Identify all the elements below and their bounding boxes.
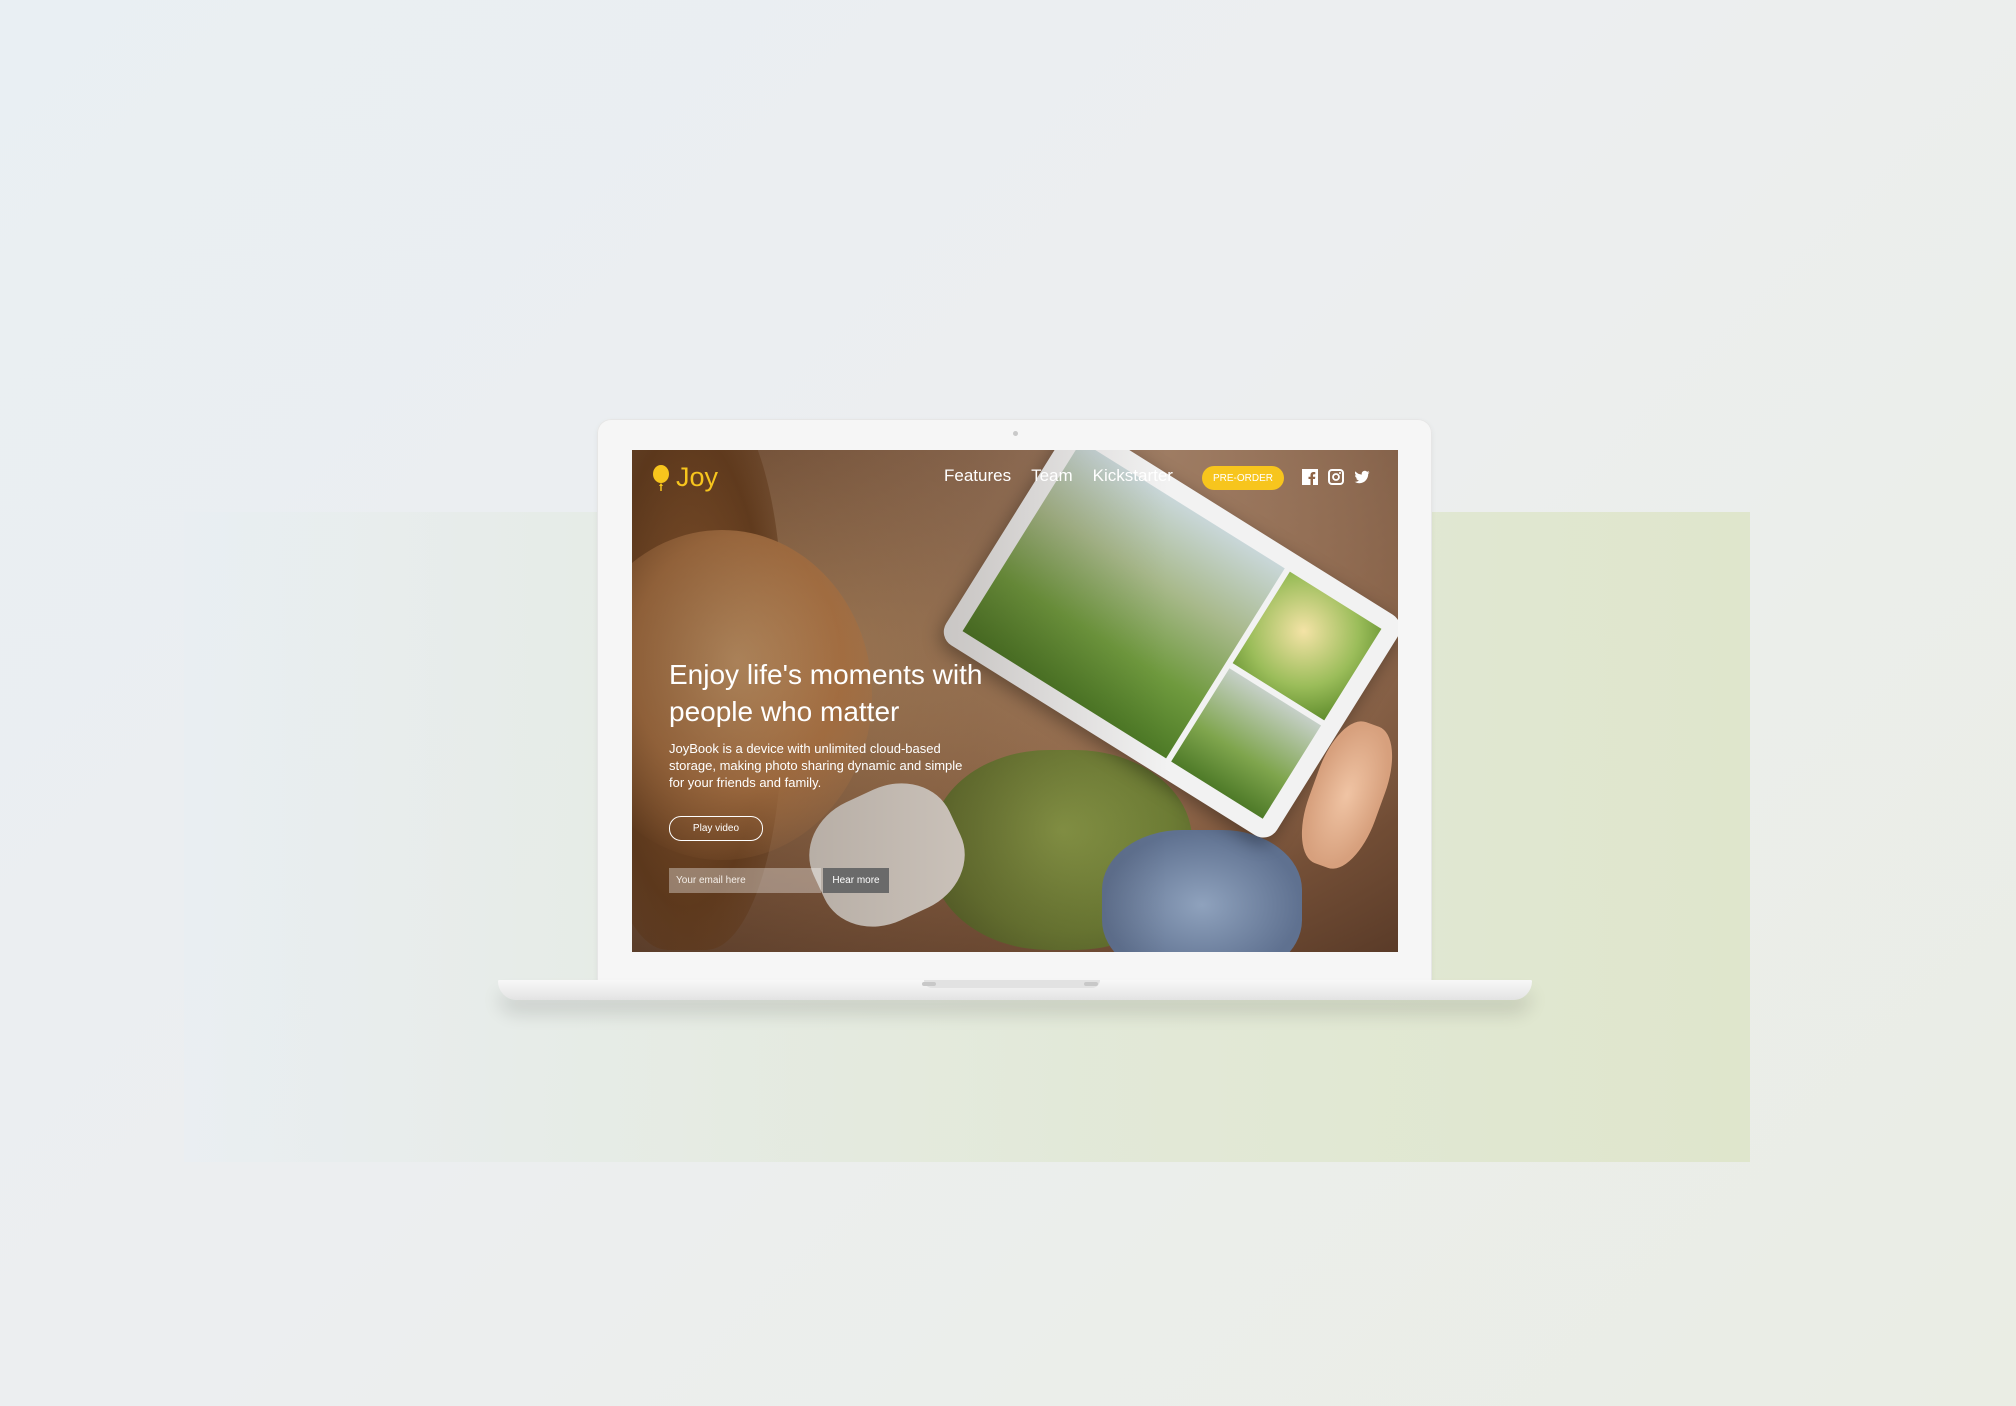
nav-item-kickstarter[interactable]: Kickstarter [1093, 466, 1173, 486]
laptop-screen: Joy Features Team Kickstarter PRE-ORDER … [632, 450, 1398, 952]
nav-item-team[interactable]: Team [1031, 466, 1073, 486]
laptop-hinge-left [922, 982, 936, 986]
email-input[interactable] [669, 868, 821, 893]
preorder-button[interactable]: PRE-ORDER [1202, 466, 1284, 490]
headline-line-2: people who matter [669, 696, 900, 727]
balloon-icon [653, 464, 669, 491]
laptop-camera [1013, 431, 1018, 436]
twitter-icon[interactable] [1354, 469, 1370, 485]
play-video-button[interactable]: Play video [669, 816, 763, 841]
headline-line-1: Enjoy life's moments with [669, 659, 983, 690]
laptop-hinge-right [1084, 982, 1098, 986]
site-logo[interactable]: Joy [652, 462, 718, 493]
facebook-icon[interactable] [1302, 469, 1318, 485]
hear-more-button[interactable]: Hear more [823, 868, 889, 893]
main-nav: Features Team Kickstarter [944, 466, 1173, 486]
laptop-notch [924, 980, 1100, 988]
hero-description: JoyBook is a device with unlimited cloud… [669, 741, 963, 790]
nav-item-features[interactable]: Features [944, 466, 1011, 486]
logo-text: Joy [676, 462, 719, 492]
social-links [1302, 469, 1370, 485]
hero-headline: Enjoy life's moments with people who mat… [669, 656, 1049, 730]
instagram-icon[interactable] [1328, 469, 1344, 485]
